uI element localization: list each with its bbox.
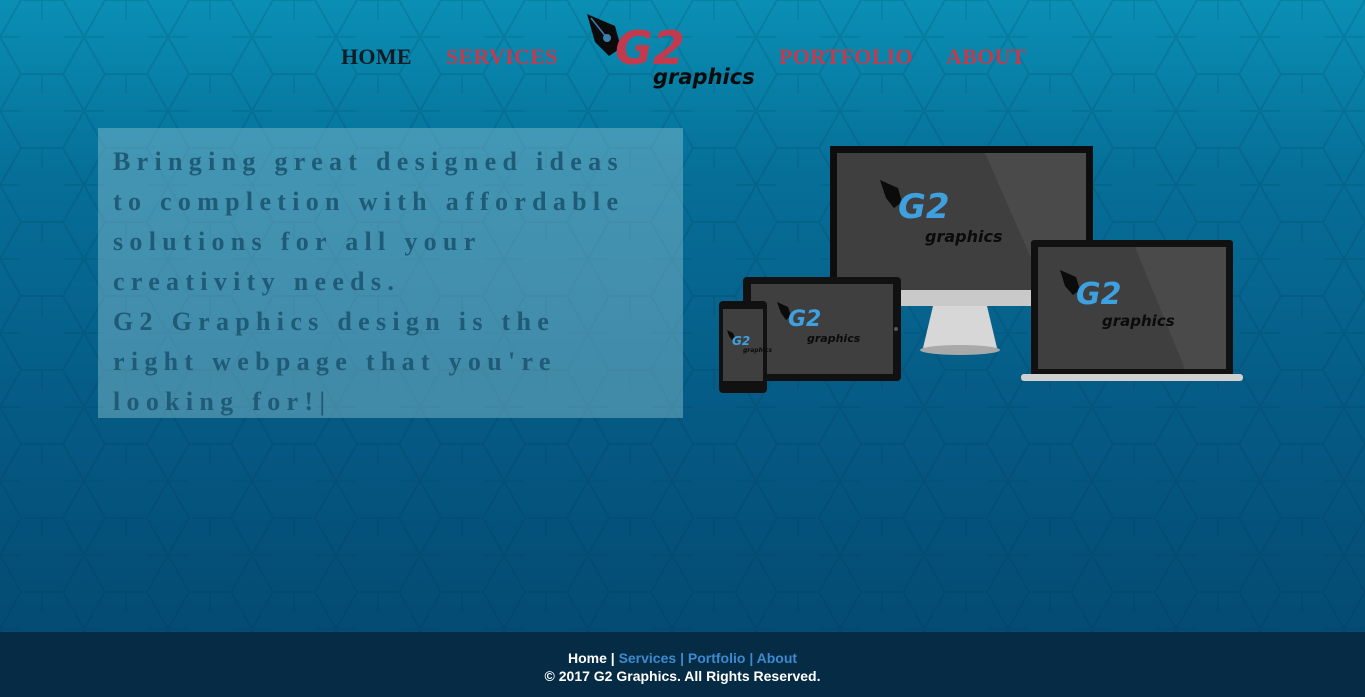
nav-home-link[interactable]: HOME <box>341 44 412 70</box>
svg-text:G2: G2 <box>1076 277 1122 312</box>
footer-separator: | <box>680 650 684 666</box>
hero-line: solutions for all your <box>113 227 482 256</box>
hero-line: Bringing great designed ideas <box>113 147 624 176</box>
footer-services-link[interactable]: Services <box>619 650 677 666</box>
nav-about-link[interactable]: ABOUT <box>946 44 1026 70</box>
top-navigation: HOME SERVICES G2 graphics PORTFOLIO ABOU… <box>0 0 1365 110</box>
g2-graphics-logo[interactable]: G2 graphics <box>585 12 755 92</box>
nav-portfolio-link[interactable]: PORTFOLIO <box>779 44 913 70</box>
hero-line: G2 Graphics design is the <box>113 307 556 336</box>
svg-text:graphics: graphics <box>925 227 1002 246</box>
phone: G2 graphics <box>719 301 772 393</box>
hero-line: right webpage that you're <box>113 347 557 376</box>
footer-separator: | <box>749 650 754 666</box>
hero-line: to completion with affordable <box>113 187 625 216</box>
svg-text:graphics: graphics <box>743 347 772 354</box>
hero-line: looking for!| <box>113 387 332 416</box>
footer-home-link[interactable]: Home <box>568 650 607 666</box>
footer-links: Home | Services | Portfolio | About <box>0 650 1365 666</box>
nav-services-link[interactable]: SERVICES <box>446 44 558 70</box>
responsive-devices-image: G2 graphics G2 graphics G2 graphics G2 g… <box>719 146 1243 393</box>
footer-separator: | <box>610 650 615 666</box>
hero-line: creativity needs. <box>113 267 401 296</box>
footer-copyright: © 2017 G2 Graphics. All Rights Reserved. <box>544 668 821 684</box>
svg-text:G2: G2 <box>898 187 950 227</box>
page-footer: Home | Services | Portfolio | About © 20… <box>0 632 1365 697</box>
hero-text-box: Bringing great designed ideas to complet… <box>98 128 683 418</box>
svg-text:G2: G2 <box>788 307 821 332</box>
footer-about-link[interactable]: About <box>757 650 797 666</box>
svg-text:graphics: graphics <box>807 332 861 345</box>
footer-portfolio-link[interactable]: Portfolio <box>688 650 746 666</box>
svg-text:graphics: graphics <box>1102 312 1175 330</box>
laptop: G2 graphics <box>1021 240 1243 381</box>
svg-text:G2: G2 <box>732 334 750 348</box>
logo-word: graphics <box>653 65 755 89</box>
hero-tagline: Bringing great designed ideas to complet… <box>98 128 683 422</box>
